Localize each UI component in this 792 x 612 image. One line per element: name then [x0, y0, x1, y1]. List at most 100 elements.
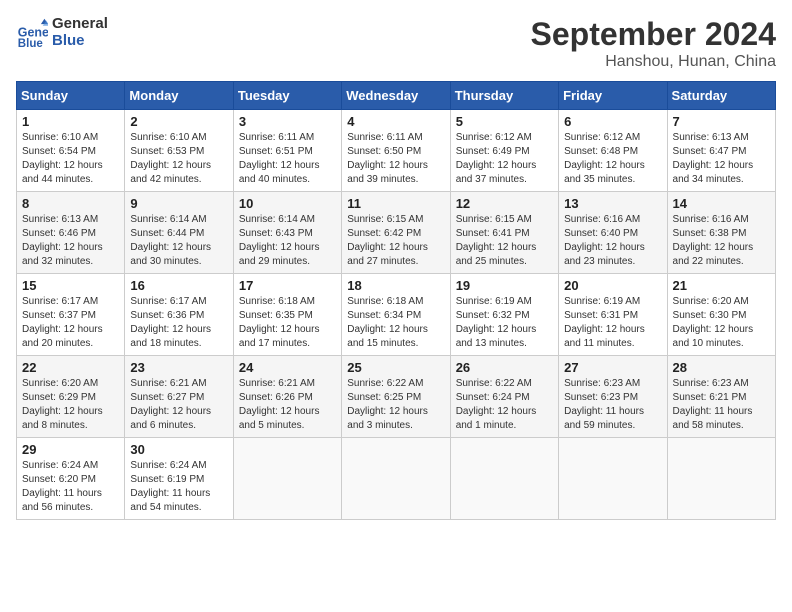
- day-number: 22: [22, 360, 119, 375]
- day-number: 20: [564, 278, 661, 293]
- weekday-monday: Monday: [125, 82, 233, 110]
- calendar-cell: 7 Sunrise: 6:13 AM Sunset: 6:47 PM Dayli…: [667, 110, 775, 192]
- day-number: 24: [239, 360, 336, 375]
- day-info: Sunrise: 6:19 AM Sunset: 6:32 PM Dayligh…: [456, 295, 553, 351]
- calendar-cell: 22 Sunrise: 6:20 AM Sunset: 6:29 PM Dayl…: [17, 356, 125, 438]
- day-number: 29: [22, 442, 119, 457]
- month-title: September 2024: [531, 16, 776, 53]
- day-info: Sunrise: 6:16 AM Sunset: 6:38 PM Dayligh…: [673, 213, 770, 269]
- day-info: Sunrise: 6:22 AM Sunset: 6:24 PM Dayligh…: [456, 377, 553, 433]
- calendar-cell: 29 Sunrise: 6:24 AM Sunset: 6:20 PM Dayl…: [17, 438, 125, 520]
- day-number: 14: [673, 196, 770, 211]
- day-number: 5: [456, 114, 553, 129]
- week-row-3: 15 Sunrise: 6:17 AM Sunset: 6:37 PM Dayl…: [17, 274, 776, 356]
- location-title: Hanshou, Hunan, China: [531, 53, 776, 71]
- day-number: 13: [564, 196, 661, 211]
- calendar-cell: 6 Sunrise: 6:12 AM Sunset: 6:48 PM Dayli…: [559, 110, 667, 192]
- calendar-cell: [667, 438, 775, 520]
- logo-icon: General Blue: [16, 17, 48, 49]
- day-number: 2: [130, 114, 227, 129]
- day-info: Sunrise: 6:16 AM Sunset: 6:40 PM Dayligh…: [564, 213, 661, 269]
- calendar-cell: 10 Sunrise: 6:14 AM Sunset: 6:43 PM Dayl…: [233, 192, 341, 274]
- week-row-2: 8 Sunrise: 6:13 AM Sunset: 6:46 PM Dayli…: [17, 192, 776, 274]
- day-info: Sunrise: 6:10 AM Sunset: 6:54 PM Dayligh…: [22, 131, 119, 187]
- calendar-cell: 5 Sunrise: 6:12 AM Sunset: 6:49 PM Dayli…: [450, 110, 558, 192]
- day-info: Sunrise: 6:11 AM Sunset: 6:51 PM Dayligh…: [239, 131, 336, 187]
- day-info: Sunrise: 6:13 AM Sunset: 6:46 PM Dayligh…: [22, 213, 119, 269]
- day-number: 12: [456, 196, 553, 211]
- calendar-cell: 27 Sunrise: 6:23 AM Sunset: 6:23 PM Dayl…: [559, 356, 667, 438]
- day-number: 19: [456, 278, 553, 293]
- calendar-cell: 20 Sunrise: 6:19 AM Sunset: 6:31 PM Dayl…: [559, 274, 667, 356]
- calendar-cell: 11 Sunrise: 6:15 AM Sunset: 6:42 PM Dayl…: [342, 192, 450, 274]
- calendar-cell: [233, 438, 341, 520]
- week-row-4: 22 Sunrise: 6:20 AM Sunset: 6:29 PM Dayl…: [17, 356, 776, 438]
- day-number: 4: [347, 114, 444, 129]
- day-info: Sunrise: 6:14 AM Sunset: 6:44 PM Dayligh…: [130, 213, 227, 269]
- calendar-cell: 1 Sunrise: 6:10 AM Sunset: 6:54 PM Dayli…: [17, 110, 125, 192]
- calendar-cell: 17 Sunrise: 6:18 AM Sunset: 6:35 PM Dayl…: [233, 274, 341, 356]
- day-info: Sunrise: 6:12 AM Sunset: 6:49 PM Dayligh…: [456, 131, 553, 187]
- day-info: Sunrise: 6:11 AM Sunset: 6:50 PM Dayligh…: [347, 131, 444, 187]
- day-info: Sunrise: 6:20 AM Sunset: 6:30 PM Dayligh…: [673, 295, 770, 351]
- calendar-cell: 23 Sunrise: 6:21 AM Sunset: 6:27 PM Dayl…: [125, 356, 233, 438]
- weekday-thursday: Thursday: [450, 82, 558, 110]
- day-info: Sunrise: 6:17 AM Sunset: 6:37 PM Dayligh…: [22, 295, 119, 351]
- day-info: Sunrise: 6:23 AM Sunset: 6:21 PM Dayligh…: [673, 377, 770, 433]
- calendar-cell: 2 Sunrise: 6:10 AM Sunset: 6:53 PM Dayli…: [125, 110, 233, 192]
- calendar-cell: 3 Sunrise: 6:11 AM Sunset: 6:51 PM Dayli…: [233, 110, 341, 192]
- day-info: Sunrise: 6:21 AM Sunset: 6:27 PM Dayligh…: [130, 377, 227, 433]
- calendar-cell: 15 Sunrise: 6:17 AM Sunset: 6:37 PM Dayl…: [17, 274, 125, 356]
- weekday-tuesday: Tuesday: [233, 82, 341, 110]
- weekday-header-row: SundayMondayTuesdayWednesdayThursdayFrid…: [17, 82, 776, 110]
- day-number: 16: [130, 278, 227, 293]
- day-info: Sunrise: 6:19 AM Sunset: 6:31 PM Dayligh…: [564, 295, 661, 351]
- calendar-cell: 25 Sunrise: 6:22 AM Sunset: 6:25 PM Dayl…: [342, 356, 450, 438]
- calendar-cell: [342, 438, 450, 520]
- logo-general: General: [52, 16, 108, 33]
- calendar-cell: 24 Sunrise: 6:21 AM Sunset: 6:26 PM Dayl…: [233, 356, 341, 438]
- day-number: 3: [239, 114, 336, 129]
- logo-blue: Blue: [52, 33, 108, 50]
- calendar-table: SundayMondayTuesdayWednesdayThursdayFrid…: [16, 81, 776, 520]
- day-number: 15: [22, 278, 119, 293]
- calendar-cell: 8 Sunrise: 6:13 AM Sunset: 6:46 PM Dayli…: [17, 192, 125, 274]
- calendar-cell: 21 Sunrise: 6:20 AM Sunset: 6:30 PM Dayl…: [667, 274, 775, 356]
- week-row-1: 1 Sunrise: 6:10 AM Sunset: 6:54 PM Dayli…: [17, 110, 776, 192]
- calendar-cell: 4 Sunrise: 6:11 AM Sunset: 6:50 PM Dayli…: [342, 110, 450, 192]
- day-number: 26: [456, 360, 553, 375]
- svg-text:Blue: Blue: [18, 38, 44, 49]
- day-info: Sunrise: 6:10 AM Sunset: 6:53 PM Dayligh…: [130, 131, 227, 187]
- day-number: 25: [347, 360, 444, 375]
- weekday-wednesday: Wednesday: [342, 82, 450, 110]
- day-number: 18: [347, 278, 444, 293]
- day-info: Sunrise: 6:14 AM Sunset: 6:43 PM Dayligh…: [239, 213, 336, 269]
- day-info: Sunrise: 6:15 AM Sunset: 6:42 PM Dayligh…: [347, 213, 444, 269]
- day-number: 23: [130, 360, 227, 375]
- page-header: General Blue General Blue September 2024…: [16, 16, 776, 71]
- calendar-body: 1 Sunrise: 6:10 AM Sunset: 6:54 PM Dayli…: [17, 110, 776, 520]
- day-number: 28: [673, 360, 770, 375]
- day-info: Sunrise: 6:22 AM Sunset: 6:25 PM Dayligh…: [347, 377, 444, 433]
- calendar-cell: 28 Sunrise: 6:23 AM Sunset: 6:21 PM Dayl…: [667, 356, 775, 438]
- day-number: 30: [130, 442, 227, 457]
- calendar-cell: 9 Sunrise: 6:14 AM Sunset: 6:44 PM Dayli…: [125, 192, 233, 274]
- day-number: 27: [564, 360, 661, 375]
- calendar-cell: [450, 438, 558, 520]
- day-info: Sunrise: 6:17 AM Sunset: 6:36 PM Dayligh…: [130, 295, 227, 351]
- day-number: 7: [673, 114, 770, 129]
- week-row-5: 29 Sunrise: 6:24 AM Sunset: 6:20 PM Dayl…: [17, 438, 776, 520]
- weekday-friday: Friday: [559, 82, 667, 110]
- calendar-cell: 14 Sunrise: 6:16 AM Sunset: 6:38 PM Dayl…: [667, 192, 775, 274]
- day-number: 10: [239, 196, 336, 211]
- calendar-cell: 12 Sunrise: 6:15 AM Sunset: 6:41 PM Dayl…: [450, 192, 558, 274]
- day-info: Sunrise: 6:15 AM Sunset: 6:41 PM Dayligh…: [456, 213, 553, 269]
- calendar-cell: 26 Sunrise: 6:22 AM Sunset: 6:24 PM Dayl…: [450, 356, 558, 438]
- day-info: Sunrise: 6:23 AM Sunset: 6:23 PM Dayligh…: [564, 377, 661, 433]
- day-number: 9: [130, 196, 227, 211]
- day-info: Sunrise: 6:12 AM Sunset: 6:48 PM Dayligh…: [564, 131, 661, 187]
- title-area: September 2024 Hanshou, Hunan, China: [531, 16, 776, 71]
- day-info: Sunrise: 6:21 AM Sunset: 6:26 PM Dayligh…: [239, 377, 336, 433]
- day-number: 21: [673, 278, 770, 293]
- calendar-cell: 18 Sunrise: 6:18 AM Sunset: 6:34 PM Dayl…: [342, 274, 450, 356]
